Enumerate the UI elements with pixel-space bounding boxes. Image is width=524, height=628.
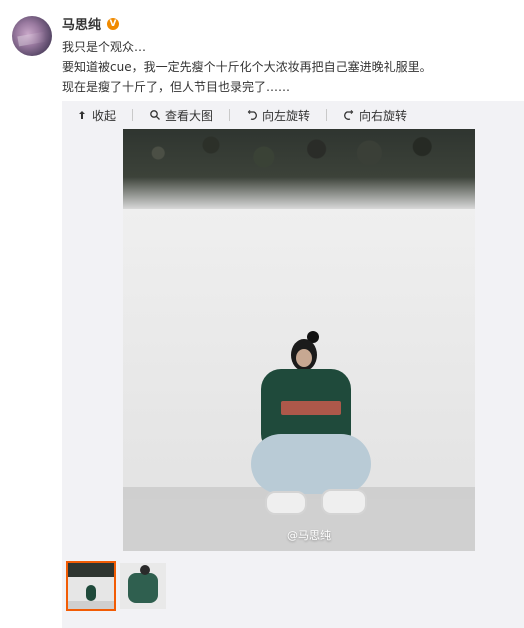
post-author[interactable]: 马思纯 V <box>62 14 120 33</box>
rotate-right-button[interactable]: 向右旋转 <box>343 107 407 124</box>
collapse-button[interactable]: 收起 <box>76 107 116 124</box>
view-large-button[interactable]: 查看大图 <box>149 107 213 124</box>
media-panel: 收起 查看大图 向左旋转 向右旋转 @马思纯 <box>62 101 524 628</box>
main-photo[interactable]: @马思纯 <box>123 129 475 551</box>
post-text-line-2: 要知道被cue，我一定先瘦个十斤化个大浓妆再把自己塞进晚礼服里。 <box>62 60 432 74</box>
thumbnail-ledge <box>68 601 114 609</box>
face <box>296 349 312 367</box>
shoe-right <box>321 489 367 515</box>
thumbnail-person <box>86 585 96 601</box>
username[interactable]: 马思纯 <box>62 14 101 33</box>
post-text-line-1: 我只是个观众… <box>62 40 147 54</box>
image-watermark: @马思纯 <box>287 529 331 542</box>
view-large-label: 查看大图 <box>165 108 214 123</box>
post-text-line-3: 现在是瘦了十斤了，但人节目也录完了…… <box>62 80 291 94</box>
toolbar-divider <box>229 109 231 121</box>
jeans <box>251 434 371 494</box>
shoe-left <box>265 491 307 515</box>
toolbar-divider <box>132 109 134 121</box>
collapse-icon <box>76 109 88 121</box>
thumbnail-person-closeup <box>128 573 158 603</box>
rotate-right-label: 向右旋转 <box>359 108 408 123</box>
thumbnail-strip <box>66 561 166 611</box>
avatar[interactable] <box>12 16 52 56</box>
toolbar-divider <box>326 109 328 121</box>
rotate-left-label: 向左旋转 <box>262 108 311 123</box>
search-icon <box>149 109 161 121</box>
rotate-right-icon <box>343 109 355 121</box>
rotate-left-icon <box>246 109 258 121</box>
thumbnail-2[interactable] <box>120 563 166 609</box>
photo-foliage <box>123 129 475 209</box>
collapse-label: 收起 <box>92 108 117 123</box>
rotate-left-button[interactable]: 向左旋转 <box>246 107 310 124</box>
media-toolbar: 收起 查看大图 向左旋转 向右旋转 <box>62 101 524 129</box>
thumbnail-1[interactable] <box>66 561 116 611</box>
thumbnail-foliage <box>68 563 114 577</box>
hoodie-print <box>281 401 341 415</box>
thumbnail-head <box>140 565 150 575</box>
photo-person <box>251 331 371 529</box>
verified-badge-icon: V <box>107 17 120 30</box>
